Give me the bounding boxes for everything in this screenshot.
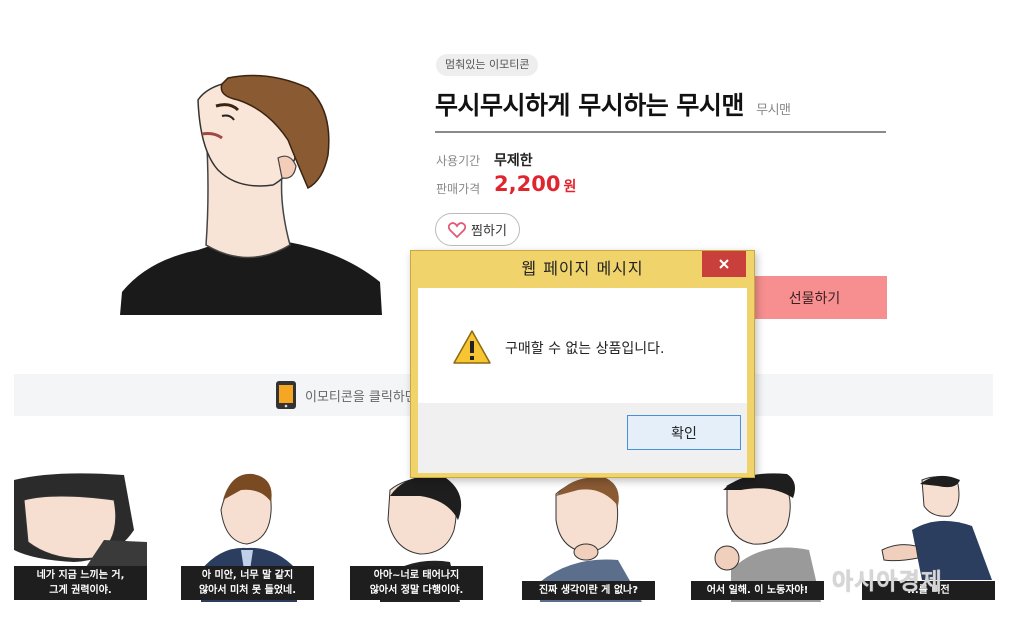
warning-icon (452, 329, 492, 369)
ok-button[interactable]: 확인 (627, 415, 741, 450)
emoticon-main-image (118, 70, 384, 315)
wish-button[interactable]: 찜하기 (435, 213, 520, 246)
gift-button-label: 선물하기 (788, 290, 841, 307)
sticker-caption: 아 미안, 너무 말 같지 않아서 미처 못 들었네. (181, 566, 314, 600)
sticker-caption: 진짜 생각이란 게 없나? (522, 581, 655, 600)
sticker-item[interactable]: 아 미안, 너무 말 같지 않아서 미처 못 들었네. (181, 470, 314, 602)
period-label: 사용기간 (436, 154, 481, 168)
gift-button[interactable]: 선물하기 (742, 276, 887, 319)
sticker-caption: 네가 지금 느끼는 거, 그게 권력이야. (14, 566, 147, 600)
ok-button-label: 확인 (671, 425, 697, 442)
watermark: 아시아경제 (832, 569, 943, 595)
info-band-text: 이모티콘을 클릭하면 (305, 390, 417, 405)
sticker-item[interactable]: 어서 일해. 이 노동자야! (691, 470, 824, 602)
sticker-item[interactable]: 네가 지금 느끼는 거, 그게 권력이야. (14, 470, 147, 602)
price-label: 판매가격 (436, 182, 481, 196)
sticker-caption: 아아~너로 태어나지 않아서 정말 다행이야. (350, 566, 483, 600)
price-value: 2,200 원 (494, 172, 576, 196)
author-name[interactable]: 무시맨 (756, 103, 791, 118)
dialog-message: 구매할 수 없는 상품입니다. (505, 341, 665, 357)
dialog-footer: 확인 (418, 403, 747, 473)
sticker-item[interactable]: 진짜 생각이란 게 없나? (522, 470, 655, 602)
message-dialog: 웹 페이지 메시지 구매할 수 없는 상품입니다. 확인 (410, 250, 755, 478)
period-value: 무제한 (494, 153, 533, 169)
dialog-close-button[interactable] (702, 251, 746, 277)
price-amount: 2,200 (494, 172, 561, 196)
product-title: 무시무시하게 무시하는 무시맨 무시맨 (435, 86, 791, 122)
price-unit: 원 (563, 179, 577, 195)
dialog-body: 구매할 수 없는 상품입니다. 확인 (418, 288, 747, 473)
product-title-text: 무시무시하게 무시하는 무시맨 (435, 91, 744, 120)
wish-button-label: 찜하기 (471, 224, 507, 239)
phone-icon (275, 380, 297, 414)
category-tag: 멈춰있는 이모티콘 (436, 54, 539, 76)
close-icon (718, 255, 730, 274)
sticker-caption: 어서 일해. 이 노동자야! (691, 581, 824, 600)
dialog-content: 구매할 수 없는 상품입니다. (418, 288, 747, 403)
title-divider (435, 131, 886, 133)
sticker-item[interactable]: 아아~너로 태어나지 않아서 정말 다행이야. (350, 470, 483, 602)
heart-icon (448, 221, 467, 238)
